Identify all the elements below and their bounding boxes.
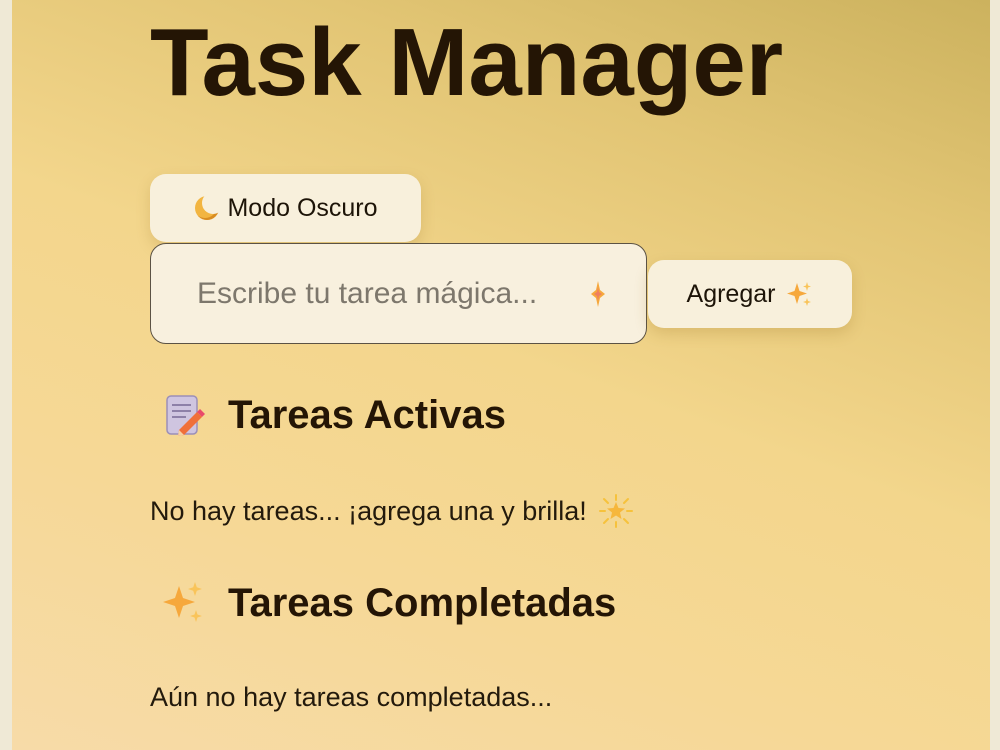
completed-tasks-empty-text: Aún no hay tareas completadas... [150,682,553,712]
completed-tasks-empty-message: Aún no hay tareas completadas... [150,682,552,713]
task-input[interactable] [150,243,647,344]
glowing-star-icon [598,494,633,528]
sparkles-icon [160,580,206,626]
page-title: Task Manager [150,9,784,116]
active-tasks-heading-text: Tareas Activas [228,392,506,437]
dark-mode-toggle-label: Modo Oscuro [227,193,378,222]
active-tasks-empty-text: No hay tareas... ¡agrega una y brilla! [150,495,587,526]
add-task-label: Agregar [686,279,776,308]
sparkles-icon [785,280,813,308]
completed-tasks-heading-text: Tareas Completadas [228,580,617,625]
add-task-button[interactable]: Agregar [648,260,852,328]
dark-mode-toggle-button[interactable]: Modo Oscuro [150,174,421,242]
crescent-moon-icon [193,192,225,221]
active-tasks-empty-message: No hay tareas... ¡agrega una y brilla! [150,494,633,528]
memo-icon [160,392,206,438]
active-tasks-heading: Tareas Activas [160,392,506,438]
app-container: Task Manager Modo Oscuro Agregar [12,0,990,750]
completed-tasks-heading: Tareas Completadas [160,580,616,626]
